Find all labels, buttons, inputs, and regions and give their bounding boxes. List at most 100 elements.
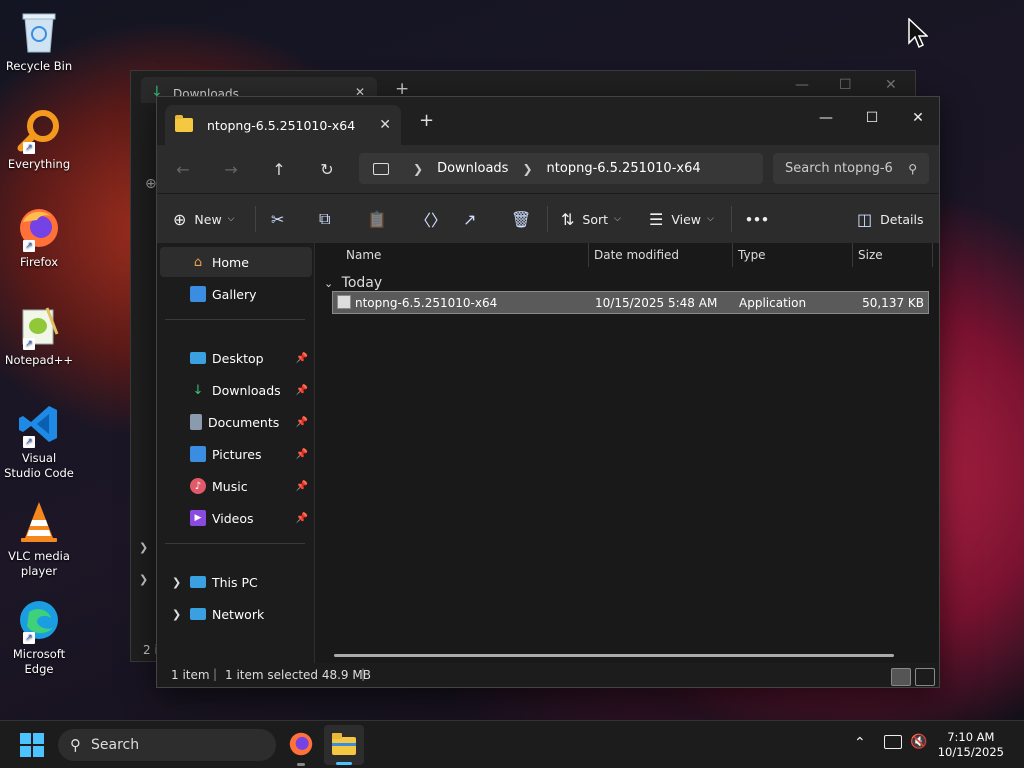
desktop-icon-label: Visual Studio Code: [4, 451, 74, 480]
clock[interactable]: 7:10 AM 10/15/2025: [938, 730, 1004, 760]
active-indicator: [336, 762, 352, 765]
nav-item-gallery[interactable]: Gallery: [160, 279, 312, 309]
column-header-type[interactable]: Type: [738, 248, 766, 262]
details-button[interactable]: ◫ Details: [857, 207, 923, 231]
new-icon: ⊕: [145, 176, 157, 192]
column-header-date[interactable]: Date modified: [594, 248, 679, 262]
pin-icon[interactable]: 📌: [296, 513, 308, 524]
cut-icon[interactable]: ✂: [271, 207, 284, 231]
desktop-icon-everything[interactable]: ↗ Everything: [2, 106, 76, 172]
pin-icon[interactable]: 📌: [296, 385, 308, 396]
desktop-icon-firefox[interactable]: ↗ Firefox: [2, 204, 76, 270]
nav-item-music[interactable]: ♪ Music 📌: [160, 471, 312, 501]
desktop-icon-label: VLC media player: [8, 549, 70, 578]
delete-icon[interactable]: 🗑: [511, 207, 531, 231]
horizontal-scrollbar[interactable]: [334, 654, 894, 657]
desktop-icon-vlc[interactable]: VLC media player: [2, 498, 76, 579]
view-lines-icon: ☰: [649, 209, 664, 229]
desktop-icon-notepadpp[interactable]: ↗ Notepad++: [2, 302, 76, 368]
everything-magnifier-icon: ↗: [15, 106, 63, 154]
nav-item-network[interactable]: ❯ Network: [160, 599, 312, 629]
clock-date: 10/15/2025: [937, 745, 1004, 759]
volume-muted-icon[interactable]: 🔇: [910, 734, 927, 750]
maximize-icon[interactable]: ☐: [839, 77, 852, 93]
sort-button[interactable]: ⇅ Sort ⌵: [561, 207, 621, 231]
column-divider[interactable]: [588, 243, 589, 267]
view-label: View: [671, 211, 702, 227]
taskbar-search-placeholder: Search: [91, 737, 140, 753]
column-header-row: Name Date modified Type Size: [316, 243, 939, 267]
nav-item-this-pc[interactable]: ❯ This PC: [160, 567, 312, 597]
column-divider[interactable]: [852, 243, 853, 267]
pin-icon[interactable]: 📌: [296, 449, 308, 460]
new-tab-icon[interactable]: +: [419, 110, 434, 131]
column-header-size[interactable]: Size: [858, 248, 883, 262]
file-row[interactable]: ntopng-6.5.251010-x64 10/15/2025 5:48 AM…: [332, 291, 929, 314]
nav-item-documents[interactable]: Documents 📌: [160, 407, 312, 437]
forward-arrow-icon[interactable]: →: [219, 158, 243, 182]
desktop-icon-edge[interactable]: ↗ Microsoft Edge: [2, 596, 76, 677]
file-explorer-taskbar-button[interactable]: [324, 725, 364, 765]
mouse-cursor-icon: [908, 18, 928, 49]
view-button[interactable]: ☰ View ⌵: [649, 207, 714, 231]
nav-item-desktop[interactable]: Desktop 📌: [160, 343, 312, 373]
details-view-icon[interactable]: [891, 668, 911, 686]
new-button[interactable]: ⊕ New ⌵: [173, 207, 235, 231]
chevron-up-icon[interactable]: ⌃: [854, 735, 866, 751]
close-tab-icon[interactable]: ✕: [379, 117, 391, 133]
minimize-icon[interactable]: —: [803, 103, 849, 133]
more-options-icon[interactable]: •••: [745, 207, 769, 231]
file-date: 10/15/2025 5:48 AM: [595, 296, 718, 310]
home-icon: ⌂: [193, 254, 203, 270]
expand-chevron-icon[interactable]: ❯: [172, 608, 181, 621]
nav-item-home[interactable]: ⌂ Home: [160, 247, 312, 277]
close-icon[interactable]: ✕: [895, 103, 941, 133]
nav-item-pictures[interactable]: Pictures 📌: [160, 439, 312, 469]
folder-icon: [332, 733, 356, 755]
nav-item-videos[interactable]: ▶ Videos 📌: [160, 503, 312, 533]
nav-item-downloads[interactable]: ↓ Downloads 📌: [160, 375, 312, 405]
refresh-icon[interactable]: ↻: [315, 158, 339, 182]
back-arrow-icon[interactable]: ←: [171, 158, 195, 182]
share-icon[interactable]: ↗: [463, 207, 476, 231]
pin-icon[interactable]: 📌: [296, 353, 308, 364]
breadcrumb-downloads[interactable]: Downloads: [437, 161, 508, 176]
windows-start-icon[interactable]: [20, 733, 44, 757]
pin-icon[interactable]: 📌: [296, 481, 308, 492]
breadcrumb-current-folder[interactable]: ntopng-6.5.251010-x64: [547, 161, 701, 176]
group-header-today[interactable]: ⌄ Today: [324, 275, 382, 291]
up-arrow-icon[interactable]: ↑: [267, 158, 291, 182]
folder-icon: [175, 115, 193, 132]
column-header-name[interactable]: Name: [346, 248, 381, 262]
running-indicator: [297, 763, 305, 766]
close-icon[interactable]: ✕: [885, 77, 897, 93]
copy-icon[interactable]: ⧉: [319, 207, 330, 231]
firefox-taskbar-icon[interactable]: [288, 731, 314, 757]
large-icons-view-icon[interactable]: [915, 668, 935, 686]
file-type: Application: [739, 296, 807, 310]
maximize-icon[interactable]: ☐: [849, 103, 895, 133]
column-divider[interactable]: [732, 243, 733, 267]
desktop-icon-vscode[interactable]: ↗ Visual Studio Code: [2, 400, 76, 481]
taskbar-search[interactable]: ⚲ Search: [58, 729, 276, 761]
pin-icon[interactable]: 📌: [296, 417, 308, 428]
expand-chevron-icon[interactable]: ❯: [139, 541, 148, 554]
music-icon: ♪: [190, 478, 206, 494]
desktop-icon-label: Notepad++: [4, 353, 74, 367]
minimize-icon[interactable]: —: [795, 77, 809, 93]
address-bar[interactable]: ❯ Downloads ❯ ntopng-6.5.251010-x64: [359, 153, 763, 184]
search-input[interactable]: Search ntopng-6 ⚲: [773, 153, 929, 184]
file-explorer-window[interactable]: ntopng-6.5.251010-x64 ✕ + — ☐ ✕ ← → ↑ ↻ …: [156, 96, 940, 688]
paste-icon[interactable]: 📋: [367, 207, 387, 231]
gallery-icon: [190, 286, 206, 302]
expand-chevron-icon[interactable]: ❯: [139, 573, 148, 586]
chevron-right-icon: ❯: [413, 161, 424, 176]
tab-ntopng[interactable]: ntopng-6.5.251010-x64 ✕: [165, 105, 401, 145]
expand-chevron-icon[interactable]: ❯: [172, 576, 181, 589]
network-status-icon[interactable]: [884, 735, 902, 749]
column-divider[interactable]: [932, 243, 933, 267]
rename-icon[interactable]: 〈〉: [415, 207, 447, 231]
chevron-down-icon: ⌵: [707, 214, 714, 224]
desktop-icon-recycle-bin[interactable]: Recycle Bin: [2, 8, 76, 74]
videos-icon: ▶: [190, 510, 206, 526]
